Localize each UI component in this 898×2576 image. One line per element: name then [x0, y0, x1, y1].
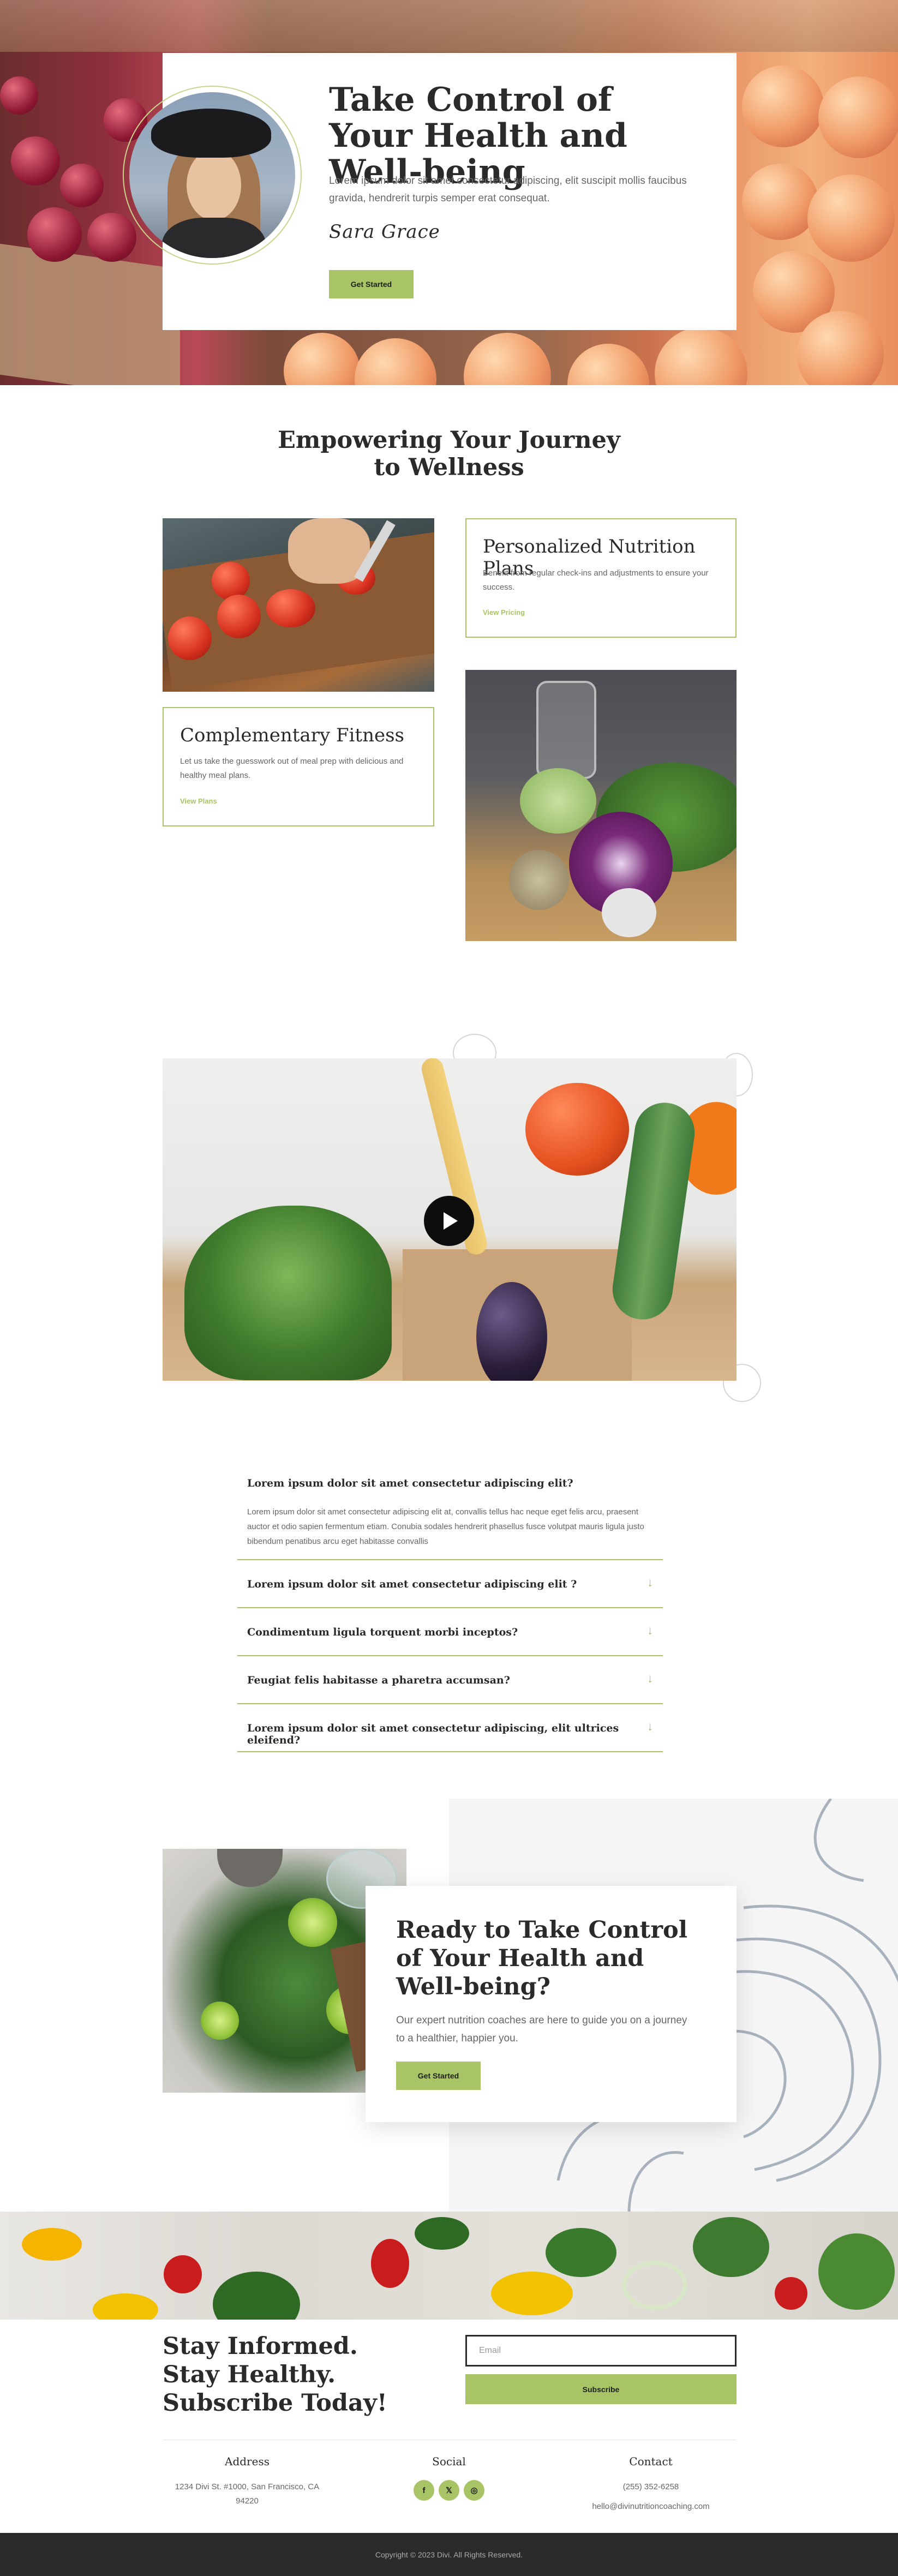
address-line: 94220 [236, 2496, 259, 2506]
peach-image [284, 333, 360, 385]
avatar [129, 92, 295, 258]
faq-item-open[interactable]: Lorem ipsum dolor sit amet consectetur a… [237, 1464, 663, 1560]
faq-question: Lorem ipsum dolor sit amet consectetur a… [247, 1722, 619, 1746]
view-plans-link[interactable]: View Plans [180, 797, 217, 805]
cta-card: Ready to Take Control of Your Health and… [366, 1886, 737, 2122]
email-link[interactable]: hello@divinutritioncoaching.com [569, 2500, 733, 2514]
email-field[interactable] [465, 2335, 737, 2367]
chevron-down-icon: ↓ [647, 1575, 653, 1589]
nutrition-plans-card: Personalized Nutrition Plans Benefit fro… [465, 518, 737, 638]
address-line: 1234 Divi St. #1000, San Francisco, CA [175, 2482, 320, 2491]
section-title: Empowering Your Journey to Wellness [278, 427, 620, 481]
footer-heading: Social [432, 2455, 466, 2468]
cta-text: Our expert nutrition coaches are here to… [396, 2015, 687, 2044]
peach-image [742, 164, 818, 240]
faq-item[interactable]: Feugiat felis habitasse a pharetra accum… [237, 1656, 663, 1704]
peach-image [742, 65, 824, 147]
faq-answer: Lorem ipsum dolor sit amet consectetur a… [247, 1507, 644, 1546]
instagram-icon[interactable]: ◎ [464, 2480, 484, 2501]
faq-question: Feugiat felis habitasse a pharetra accum… [247, 1674, 510, 1686]
chevron-down-icon: ↓ [647, 1720, 653, 1733]
card-text: Benefit from regular check-ins and adjus… [483, 568, 709, 592]
crate-background [0, 243, 180, 385]
footer-heading: Address [225, 2455, 270, 2468]
phone-link[interactable]: (255) 352-6258 [569, 2480, 733, 2494]
plum-image [0, 76, 38, 115]
subscribe-button[interactable]: Subscribe [465, 2374, 737, 2404]
footer-social: Social f 𝕏 ◎ [367, 2455, 531, 2501]
footer-heading: Contact [629, 2455, 673, 2468]
vegetables-banner [0, 2212, 898, 2320]
peach-image [818, 76, 898, 158]
footer-address: Address 1234 Divi St. #1000, San Francis… [165, 2455, 329, 2508]
plum-image [27, 207, 82, 262]
faq-question: Lorem ipsum dolor sit amet consectetur a… [247, 1578, 577, 1590]
view-pricing-link[interactable]: View Pricing [483, 608, 525, 616]
play-icon [444, 1212, 458, 1230]
crate-background [0, 0, 898, 52]
card-title: Complementary Fitness [180, 724, 404, 746]
vegetables-image [465, 670, 737, 941]
faq-question: Lorem ipsum dolor sit amet consectetur a… [247, 1477, 573, 1489]
peach-image [807, 175, 895, 262]
plum-image [11, 136, 60, 185]
facebook-icon[interactable]: f [414, 2480, 434, 2501]
newsletter-title: Stay Informed. Stay Healthy. Subscribe T… [163, 2333, 387, 2417]
tomato-cutting-image [163, 518, 434, 692]
peach-image [355, 338, 436, 385]
plum-image [60, 164, 104, 207]
chevron-down-icon: ↓ [647, 1624, 653, 1637]
peach-image [464, 333, 551, 385]
signature: Sara Grace [329, 221, 440, 243]
x-twitter-icon[interactable]: 𝕏 [439, 2480, 459, 2501]
hero-text: Lorem ipsum dolor sit amet consectetur a… [329, 175, 687, 204]
copyright-bar: Copyright © 2023 Divi. All Rights Reserv… [0, 2533, 898, 2576]
faq-item[interactable]: Lorem ipsum dolor sit amet consectetur a… [237, 1704, 663, 1752]
peach-image [655, 327, 747, 385]
footer-contact: Contact (255) 352-6258 hello@divinutriti… [569, 2455, 733, 2514]
faq-item[interactable]: Condimentum ligula torquent morbi incept… [237, 1608, 663, 1656]
get-started-button[interactable]: Get Started [396, 2062, 481, 2090]
faq-item[interactable]: Lorem ipsum dolor sit amet consectetur a… [237, 1560, 663, 1608]
copyright-text: Copyright © 2023 Divi. All Rights Reserv… [375, 2550, 523, 2559]
card-text: Let us take the guesswork out of meal pr… [180, 757, 404, 780]
faq-question: Condimentum ligula torquent morbi incept… [247, 1626, 518, 1638]
play-button[interactable] [424, 1196, 474, 1246]
get-started-button[interactable]: Get Started [329, 270, 414, 298]
cta-title: Ready to Take Control of Your Health and… [396, 1916, 688, 2000]
peach-image [567, 344, 649, 385]
plum-image [87, 213, 136, 262]
chevron-down-icon: ↓ [647, 1672, 653, 1685]
fitness-card: Complementary Fitness Let us take the gu… [163, 707, 434, 826]
